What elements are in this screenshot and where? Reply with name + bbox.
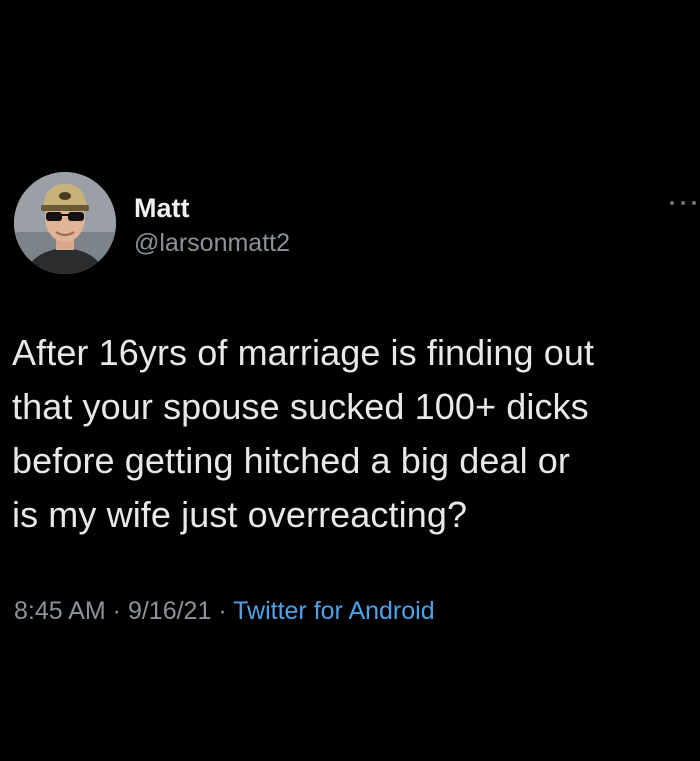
more-options-icon[interactable]	[670, 196, 696, 210]
avatar[interactable]	[14, 172, 116, 274]
avatar-photo	[14, 172, 116, 274]
more-dot	[681, 201, 685, 205]
tweet-time[interactable]: 8:45 AM	[14, 597, 106, 625]
tweet-metadata: 8:45 AM · 9/16/21 · Twitter for Android	[14, 596, 435, 626]
separator: ·	[211, 597, 234, 625]
tweet-source-link[interactable]: Twitter for Android	[233, 597, 434, 625]
display-name[interactable]: Matt	[134, 192, 190, 224]
separator: ·	[105, 597, 128, 625]
tweet-card: Matt @larsonmatt2 After 16yrs of marriag…	[0, 0, 700, 761]
user-handle[interactable]: @larsonmatt2	[134, 228, 290, 258]
more-dot	[670, 201, 674, 205]
more-dot	[692, 201, 696, 205]
tweet-date[interactable]: 9/16/21	[128, 597, 211, 625]
tweet-text: After 16yrs of marriage is finding out t…	[12, 332, 595, 535]
